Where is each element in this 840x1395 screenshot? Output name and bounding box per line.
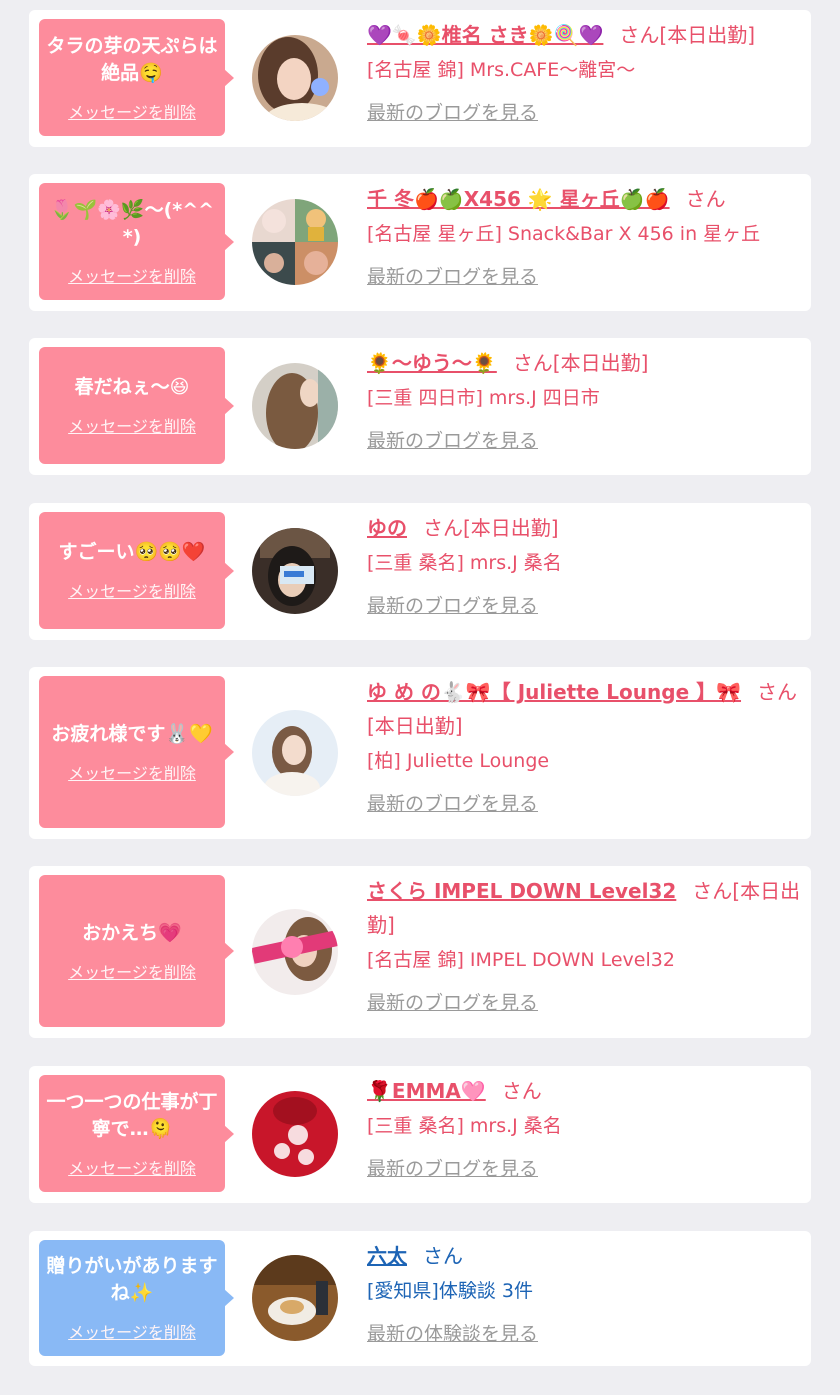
message-text: すごーい🥺🥺❤️ [58, 541, 206, 563]
message-text: 🌷🌱🌸🌿〜(*^^*) [49, 198, 215, 248]
latest-review-link[interactable]: 最新の体験談を見る [367, 1321, 538, 1347]
cast-name-link[interactable]: 🌻〜ゆう〜🌻 [367, 351, 497, 375]
latest-blog-link[interactable]: 最新のブログを見る [367, 990, 538, 1016]
cast-status: さん[本日出勤] [423, 516, 559, 540]
name-line: ゆの さん[本日出勤] [367, 511, 801, 545]
message-text: お疲れ様です🐰💛 [51, 722, 213, 745]
cast-name-link[interactable]: ゆの [367, 516, 407, 540]
cast-status: さん[本日出勤] [512, 351, 649, 375]
cast-status: さん[本日出勤] [619, 23, 755, 47]
message-text: 春だねぇ〜😆 [74, 376, 190, 398]
reviewer-name-link[interactable]: 六太 [367, 1244, 407, 1268]
avatar[interactable] [252, 1091, 338, 1177]
cast-name-link[interactable]: 千 冬🍎🍏X456 🌟 星ヶ丘🍏🍎 [367, 187, 670, 211]
name-line: さくら IMPEL DOWN Level32 さん[本日出勤] [367, 874, 801, 942]
delete-message-link[interactable]: メッセージを削除 [68, 1319, 196, 1343]
avatar[interactable] [252, 909, 338, 995]
avatar[interactable] [252, 199, 338, 285]
delete-message-link[interactable]: メッセージを削除 [68, 263, 196, 287]
message-text: おかえち💗 [82, 921, 182, 944]
avatar[interactable] [252, 710, 338, 796]
avatar[interactable] [252, 363, 338, 449]
name-line: 🌹EMMA🩷 さん [367, 1074, 801, 1108]
name-line: 💜🍬🌼椎名 さき🌼🍭💜 さん[本日出勤] [367, 18, 801, 52]
cast-info: ゆの さん[本日出勤] [三重 桑名] mrs.J 桑名 最新のブログを見る [367, 511, 801, 619]
latest-blog-link[interactable]: 最新のブログを見る [367, 264, 538, 290]
name-line: 六太 さん [367, 1239, 801, 1273]
message-text: 贈りがいがありますね✨ [46, 1255, 218, 1304]
cast-name-link[interactable]: ゆ め の🐇🎀【 Juliette Lounge 】🎀 [367, 680, 741, 704]
avatar[interactable] [252, 35, 338, 121]
cast-info: ゆ め の🐇🎀【 Juliette Lounge 】🎀 さん[本日出勤] [柏] … [367, 675, 801, 817]
shop-info: [三重 桑名] mrs.J 桑名 [367, 1115, 562, 1137]
message-bubble: 贈りがいがありますね✨ メッセージを削除 [39, 1240, 234, 1356]
cast-name-link[interactable]: 💜🍬🌼椎名 さき🌼🍭💜 [367, 23, 603, 47]
name-line: 千 冬🍎🍏X456 🌟 星ヶ丘🍏🍎 さん [367, 182, 801, 216]
latest-blog-link[interactable]: 最新のブログを見る [367, 100, 538, 126]
message-bubble: 春だねぇ〜😆 メッセージを削除 [39, 347, 234, 464]
shop-info: [名古屋 錦] IMPEL DOWN Level32 [367, 949, 675, 971]
shop-info: [名古屋 星ヶ丘] Snack&Bar X 456 in 星ヶ丘 [367, 223, 761, 245]
list-item: 🌷🌱🌸🌿〜(*^^*) メッセージを削除 千 冬🍎🍏X456 🌟 星ヶ丘🍏🍎 さん… [29, 174, 811, 311]
latest-blog-link[interactable]: 最新のブログを見る [367, 791, 538, 817]
list-item: すごーい🥺🥺❤️ メッセージを削除 ゆの さん[本日出勤] [三重 桑名] mrs… [29, 503, 811, 640]
list-item: タラの芽の天ぷらは絶品🤤 メッセージを削除 💜🍬🌼椎名 さき🌼🍭💜 さん[本日出勤… [29, 10, 811, 147]
message-bubble: 一つ一つの仕事が丁寧で…🫠 メッセージを削除 [39, 1075, 234, 1192]
delete-message-link[interactable]: メッセージを削除 [68, 760, 196, 784]
list-item: 贈りがいがありますね✨ メッセージを削除 六太 さん [愛知県]体験談 3件 最新… [29, 1231, 811, 1366]
message-bubble: すごーい🥺🥺❤️ メッセージを削除 [39, 512, 234, 629]
delete-message-link[interactable]: メッセージを削除 [68, 1155, 196, 1179]
cast-name-link[interactable]: 🌹EMMA🩷 [367, 1079, 486, 1103]
message-bubble: 🌷🌱🌸🌿〜(*^^*) メッセージを削除 [39, 183, 234, 300]
list-item: おかえち💗 メッセージを削除 さくら IMPEL DOWN Level32 さん[… [29, 866, 811, 1038]
avatar[interactable] [252, 528, 338, 614]
message-text: 一つ一つの仕事が丁寧で…🫠 [46, 1090, 218, 1140]
list-item: お疲れ様です🐰💛 メッセージを削除 ゆ め の🐇🎀【 Juliette Loun… [29, 667, 811, 839]
name-line: 🌻〜ゆう〜🌻 さん[本日出勤] [367, 346, 801, 380]
cast-name-link[interactable]: さくら IMPEL DOWN Level32 [367, 879, 676, 903]
delete-message-link[interactable]: メッセージを削除 [68, 99, 196, 123]
message-text: タラの芽の天ぷらは絶品🤤 [46, 34, 218, 84]
cast-info: 六太 さん [愛知県]体験談 3件 最新の体験談を見る [367, 1239, 801, 1347]
message-bubble: おかえち💗 メッセージを削除 [39, 875, 234, 1027]
message-list: タラの芽の天ぷらは絶品🤤 メッセージを削除 💜🍬🌼椎名 さき🌼🍭💜 さん[本日出勤… [0, 0, 840, 1395]
shop-info: [三重 桑名] mrs.J 桑名 [367, 552, 562, 574]
message-bubble: お疲れ様です🐰💛 メッセージを削除 [39, 676, 234, 828]
latest-blog-link[interactable]: 最新のブログを見る [367, 428, 538, 454]
message-bubble: タラの芽の天ぷらは絶品🤤 メッセージを削除 [39, 19, 234, 136]
cast-info: 💜🍬🌼椎名 さき🌼🍭💜 さん[本日出勤] [名古屋 錦] Mrs.CAFE〜離宮〜… [367, 18, 801, 126]
delete-message-link[interactable]: メッセージを削除 [68, 413, 196, 437]
latest-blog-link[interactable]: 最新のブログを見る [367, 1156, 538, 1182]
review-count-info: [愛知県]体験談 3件 [367, 1280, 533, 1302]
name-line: ゆ め の🐇🎀【 Juliette Lounge 】🎀 さん[本日出勤] [367, 675, 801, 743]
reviewer-status: さん [423, 1244, 463, 1268]
cast-info: 🌹EMMA🩷 さん [三重 桑名] mrs.J 桑名 最新のブログを見る [367, 1074, 801, 1182]
list-item: 春だねぇ〜😆 メッセージを削除 🌻〜ゆう〜🌻 さん[本日出勤] [三重 四日市] … [29, 338, 811, 475]
shop-info: [名古屋 錦] Mrs.CAFE〜離宮〜 [367, 59, 636, 81]
cast-status: さん [685, 187, 726, 211]
cast-info: 🌻〜ゆう〜🌻 さん[本日出勤] [三重 四日市] mrs.J 四日市 最新のブログ… [367, 346, 801, 454]
cast-info: 千 冬🍎🍏X456 🌟 星ヶ丘🍏🍎 さん [名古屋 星ヶ丘] Snack&Bar … [367, 182, 801, 290]
avatar[interactable] [252, 1255, 338, 1341]
cast-info: さくら IMPEL DOWN Level32 さん[本日出勤] [名古屋 錦] I… [367, 874, 801, 1016]
latest-blog-link[interactable]: 最新のブログを見る [367, 593, 538, 619]
shop-info: [三重 四日市] mrs.J 四日市 [367, 387, 600, 409]
shop-info: [柏] Juliette Lounge [367, 750, 550, 772]
cast-status: さん [501, 1079, 542, 1103]
delete-message-link[interactable]: メッセージを削除 [68, 959, 196, 983]
delete-message-link[interactable]: メッセージを削除 [68, 578, 196, 602]
list-item: 一つ一つの仕事が丁寧で…🫠 メッセージを削除 🌹EMMA🩷 さん [三重 桑名] … [29, 1066, 811, 1203]
